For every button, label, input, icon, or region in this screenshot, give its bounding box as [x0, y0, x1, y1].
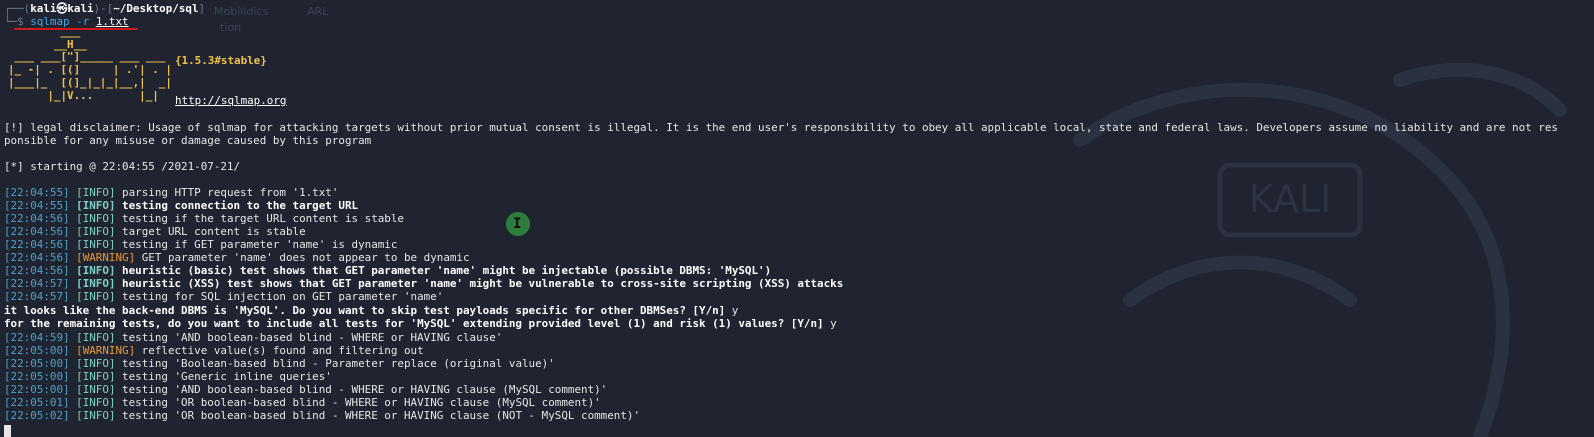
banner-version: {1.5.3#stable} — [175, 54, 267, 67]
log-line: [22:04:59] [INFO] testing 'AND boolean-b… — [4, 331, 503, 344]
log-line: [22:04:56] [INFO] testing if GET paramet… — [4, 238, 398, 251]
prompt-line-1: ┌──(kali㉿kali)-[~/Desktop/sql] — [4, 2, 206, 15]
log-line-warning: [22:05:00] [WARNING] reflective value(s)… — [4, 344, 424, 357]
banner-url[interactable]: http://sqlmap.org — [175, 94, 286, 107]
log-line: [22:05:00] [INFO] testing 'AND boolean-b… — [4, 383, 608, 396]
log-line: [22:04:56] [INFO] testing if the target … — [4, 212, 404, 225]
text-cursor-icon: I — [506, 212, 530, 236]
log-line: [22:04:56] [INFO] target URL content is … — [4, 225, 306, 238]
question-line-1: it looks like the back-end DBMS is 'MySQ… — [4, 304, 739, 317]
log-line: [22:05:00] [INFO] testing 'Generic inlin… — [4, 370, 332, 383]
disclaimer-line-2: ponsible for any misuse or damage caused… — [4, 134, 372, 147]
log-line: [22:04:55] [INFO] testing connection to … — [4, 199, 359, 212]
sqlmap-ascii-banner: ___ __H__ ___ ___["]_____ ___ ___ |_ -| .… — [8, 25, 172, 102]
log-line-warning: [22:04:56] [WARNING] GET parameter 'name… — [4, 251, 470, 264]
prompt-user: kali㉿kali — [30, 2, 94, 15]
question-line-2: for the remaining tests, do you want to … — [4, 317, 837, 330]
starting-line: [*] starting @ 22:04:55 /2021-07-21/ — [4, 160, 241, 173]
log-line: [22:04:55] [INFO] parsing HTTP request f… — [4, 186, 339, 199]
log-line: [22:04:57] [INFO] testing for SQL inject… — [4, 290, 444, 303]
log-line: [22:05:02] [INFO] testing 'OR boolean-ba… — [4, 409, 641, 422]
log-line: [22:04:57] [INFO] heuristic (XSS) test s… — [4, 277, 844, 290]
terminal-caret — [4, 425, 11, 437]
disclaimer-line-1: [!] legal disclaimer: Usage of sqlmap fo… — [4, 121, 1558, 134]
log-line: [22:04:56] [INFO] heuristic (basic) test… — [4, 264, 772, 277]
prompt-path: ~/Desktop/sql — [113, 2, 199, 15]
terminal-output[interactable]: ┌──(kali㉿kali)-[~/Desktop/sql] └─$ sqlma… — [4, 0, 1594, 437]
log-line: [22:05:01] [INFO] testing 'OR boolean-ba… — [4, 396, 601, 409]
log-line: [22:05:00] [INFO] testing 'Boolean-based… — [4, 357, 555, 370]
